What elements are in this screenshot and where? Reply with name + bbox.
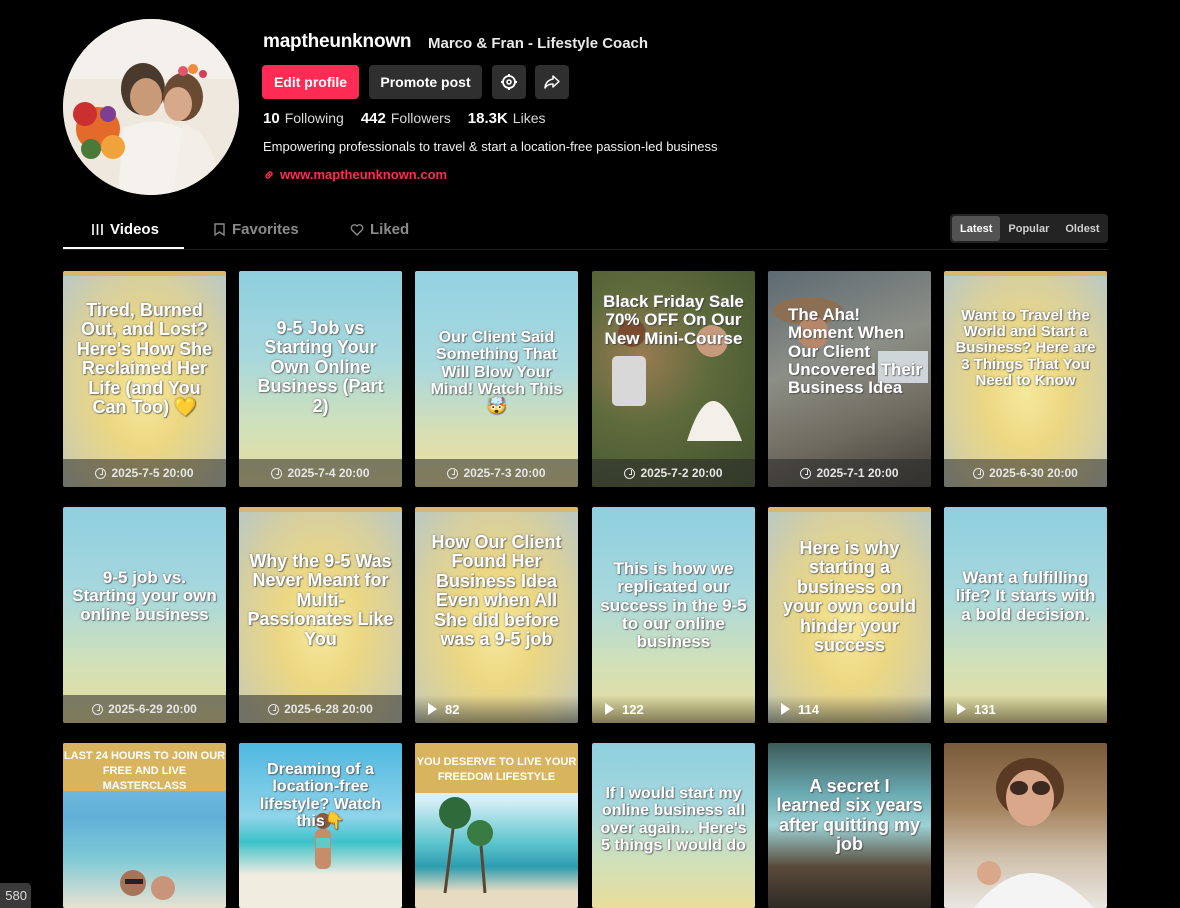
video-card[interactable]: LAST 24 HOURS TO JOIN OUR FREE AND LIVE … xyxy=(63,743,226,908)
video-card[interactable]: Tired, Burned Out, and Lost? Here's How … xyxy=(63,271,226,487)
sort-popular[interactable]: Popular xyxy=(1000,216,1057,241)
scheduled-time: 2025-6-30 20:00 xyxy=(944,459,1107,487)
video-card[interactable]: Here is why starting a business on your … xyxy=(768,507,931,723)
tab-liked[interactable]: Liked xyxy=(350,221,409,238)
scheduled-time: 2025-7-5 20:00 xyxy=(63,459,226,487)
settings-icon xyxy=(501,74,517,90)
video-card[interactable]: Why the 9-5 Was Never Meant for Multi-Pa… xyxy=(239,507,402,723)
video-card[interactable]: Dreaming of a location-free lifestyle? W… xyxy=(239,743,402,908)
clock-icon xyxy=(973,467,985,479)
clock-icon xyxy=(95,467,107,479)
video-thumbnail xyxy=(974,758,1094,908)
followers-stat[interactable]: 442 Followers xyxy=(361,110,451,127)
view-count: 122 xyxy=(592,695,755,723)
video-thumbnail xyxy=(120,870,175,900)
link-icon xyxy=(265,170,273,179)
profile-stats: 10 Following 442 Followers 18.3K Likes xyxy=(263,110,545,127)
play-icon xyxy=(781,703,790,715)
video-caption: Black Friday Sale 70% OFF On Our New Min… xyxy=(603,292,744,348)
edit-profile-button[interactable]: Edit profile xyxy=(262,65,359,99)
profile-username: maptheunknown xyxy=(263,31,412,52)
tab-videos[interactable]: Videos xyxy=(91,221,159,238)
clock-icon xyxy=(271,467,283,479)
play-icon xyxy=(428,703,437,715)
promote-post-button[interactable]: Promote post xyxy=(369,65,482,99)
couple-photo xyxy=(63,19,239,195)
video-card[interactable]: This is how we replicated our success in… xyxy=(592,507,755,723)
scheduled-time: 2025-6-29 20:00 xyxy=(63,695,226,723)
clock-icon xyxy=(447,467,459,479)
video-caption: 9-5 Job vs Starting Your Own Online Busi… xyxy=(257,318,384,416)
video-card[interactable]: Our Client Said Something That Will Blow… xyxy=(415,271,578,487)
bookmark-icon xyxy=(214,223,225,236)
heart-icon xyxy=(350,224,364,236)
following-stat[interactable]: 10 Following xyxy=(263,110,344,127)
tab-favorites[interactable]: Favorites xyxy=(213,221,299,238)
video-card[interactable]: The Aha! Moment When Our Client Uncovere… xyxy=(768,271,931,487)
video-caption: If I would start my online business all … xyxy=(600,785,747,854)
sort-oldest[interactable]: Oldest xyxy=(1057,216,1107,241)
profile-avatar[interactable] xyxy=(63,19,239,195)
clock-icon xyxy=(624,467,636,479)
video-card[interactable]: Want a fulfilling life? It starts with a… xyxy=(944,507,1107,723)
video-caption: A secret I learned six years after quitt… xyxy=(776,776,923,855)
share-icon xyxy=(544,75,560,89)
video-card[interactable]: If I would start my online business all … xyxy=(592,743,755,908)
clock-icon xyxy=(268,703,280,715)
video-caption: How Our Client Found Her Business Idea E… xyxy=(431,532,562,650)
scheduled-time: 2025-7-1 20:00 xyxy=(768,459,931,487)
likes-stat: 18.3K Likes xyxy=(467,110,546,127)
video-card[interactable]: Want to Travel the World and Start a Bus… xyxy=(944,271,1107,487)
video-caption: Here is why starting a business on your … xyxy=(783,538,916,656)
play-icon xyxy=(605,703,614,715)
video-caption: This is how we replicated our success in… xyxy=(600,559,747,652)
clock-icon xyxy=(800,467,812,479)
video-card[interactable] xyxy=(944,743,1107,908)
active-tab-indicator xyxy=(63,247,184,249)
corner-badge: 580 xyxy=(0,883,31,908)
video-thumbnail xyxy=(439,797,493,894)
video-card[interactable]: A secret I learned six years after quitt… xyxy=(768,743,931,908)
tabs-divider xyxy=(63,249,1108,250)
share-button[interactable] xyxy=(535,65,569,99)
video-card[interactable]: 9-5 Job vs Starting Your Own Online Busi… xyxy=(239,271,402,487)
profile-bio: Empowering professionals to travel & sta… xyxy=(263,139,718,154)
scheduled-time: 2025-6-28 20:00 xyxy=(239,695,402,723)
video-card[interactable]: YOU DESERVE TO LIVE YOUR FREEDOM LIFESTY… xyxy=(415,743,578,908)
video-card[interactable]: Black Friday Sale 70% OFF On Our New Min… xyxy=(592,271,755,487)
video-caption: Why the 9-5 Was Never Meant for Multi-Pa… xyxy=(247,551,394,649)
view-count: 114 xyxy=(768,695,931,723)
video-caption: 9-5 job vs. Starting your own online bus… xyxy=(72,568,217,624)
profile-nickname: Marco & Fran - Lifestyle Coach xyxy=(428,35,649,52)
clock-icon xyxy=(92,703,104,715)
video-caption: Want a fulfilling life? It starts with a… xyxy=(955,568,1096,624)
video-caption: Dreaming of a location-free lifestyle? W… xyxy=(259,761,382,830)
sort-latest[interactable]: Latest xyxy=(952,216,1001,241)
settings-button[interactable] xyxy=(492,65,526,99)
video-card[interactable]: How Our Client Found Her Business Idea E… xyxy=(415,507,578,723)
video-card[interactable]: 9-5 job vs. Starting your own online bus… xyxy=(63,507,226,723)
video-caption: The Aha! Moment When Our Client Uncovere… xyxy=(788,305,923,398)
scheduled-time: 2025-7-3 20:00 xyxy=(415,459,578,487)
video-caption: Our Client Said Something That Will Blow… xyxy=(430,329,563,416)
profile-link[interactable]: www.maptheunknown.com xyxy=(263,167,447,182)
video-caption: Want to Travel the World and Start a Bus… xyxy=(955,307,1096,389)
view-count: 82 xyxy=(415,695,578,723)
view-count: 131 xyxy=(944,695,1107,723)
scheduled-time: 2025-7-4 20:00 xyxy=(239,459,402,487)
scheduled-time: 2025-7-2 20:00 xyxy=(592,459,755,487)
play-icon xyxy=(957,703,966,715)
grid-icon xyxy=(92,224,103,235)
video-caption: Tired, Burned Out, and Lost? Here's How … xyxy=(76,300,213,418)
sort-toggle: Latest Popular Oldest xyxy=(950,214,1108,243)
